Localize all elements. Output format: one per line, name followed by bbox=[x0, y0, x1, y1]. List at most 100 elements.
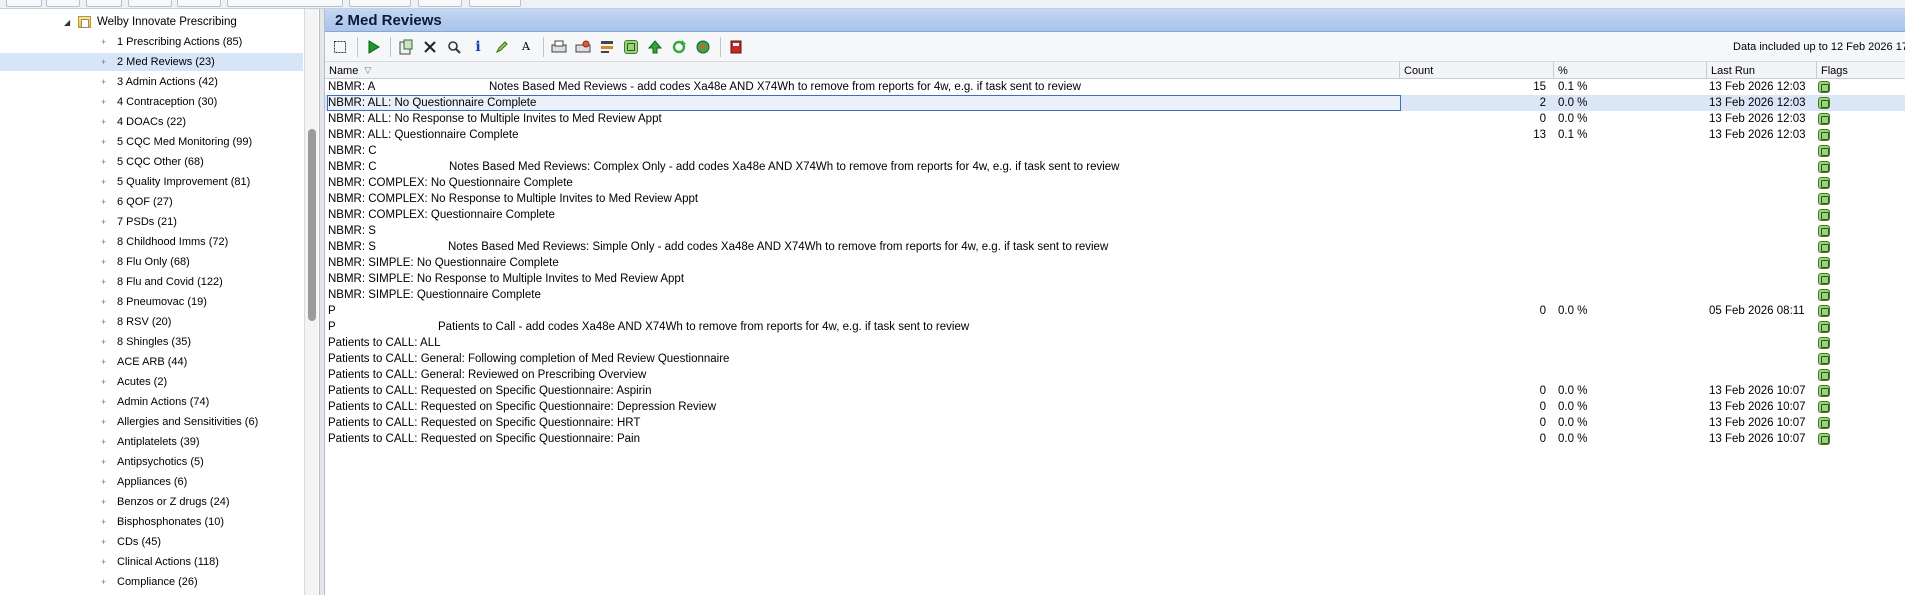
tree-item[interactable]: + Acutes (2) bbox=[0, 373, 303, 391]
tree-item[interactable]: + Admin Actions (74) bbox=[0, 393, 303, 411]
tree-item[interactable]: +8 Shingles (35) bbox=[0, 333, 303, 351]
tree-item[interactable]: +2 Med Reviews (23) bbox=[0, 53, 303, 71]
tree-item[interactable]: +1 Prescribing Actions (85) bbox=[0, 33, 303, 51]
tree-item[interactable]: + Benzos or Z drugs (24) bbox=[0, 493, 303, 511]
table-row[interactable]: Patients to CALL: General: Following com… bbox=[325, 351, 1905, 367]
report-flag-icon[interactable] bbox=[1818, 385, 1830, 397]
tree-item[interactable]: + Appliances (6) bbox=[0, 473, 303, 491]
table-row[interactable]: NBMR: SIMPLE: No Questionnaire Complete bbox=[325, 255, 1905, 271]
tree-item[interactable]: +8 Flu and Covid (122) bbox=[0, 273, 303, 291]
column-header-count[interactable]: Count bbox=[1400, 62, 1554, 79]
schedule-icon[interactable] bbox=[694, 38, 712, 56]
run-icon[interactable] bbox=[364, 38, 382, 56]
info-icon[interactable]: i bbox=[469, 38, 487, 56]
tree-item[interactable]: +5 CQC Other (68) bbox=[0, 153, 303, 171]
report-flag-icon[interactable] bbox=[1818, 401, 1830, 413]
report-flag-icon[interactable] bbox=[1818, 81, 1830, 93]
table-row[interactable]: Patients to CALL: Requested on Specific … bbox=[325, 399, 1905, 415]
report-flag-icon[interactable] bbox=[1818, 113, 1830, 125]
host-tab[interactable] bbox=[418, 0, 462, 7]
print-icon[interactable] bbox=[550, 38, 568, 56]
report-flag-icon[interactable] bbox=[1818, 289, 1830, 301]
tree-item[interactable]: +5 Quality Improvement (81) bbox=[0, 173, 303, 191]
report-flag-icon[interactable] bbox=[1818, 353, 1830, 365]
tree-item[interactable]: + Antiplatelets (39) bbox=[0, 433, 303, 451]
column-header-name[interactable]: Name ▽ bbox=[325, 62, 1400, 79]
tree-item[interactable]: + Clinical Actions (118) bbox=[0, 553, 303, 571]
tree-item[interactable]: +8 Pneumovac (19) bbox=[0, 293, 303, 311]
table-row[interactable]: NBMR: ALL: No Questionnaire Complete 2 0.0… bbox=[325, 95, 1905, 111]
report-flag-icon[interactable] bbox=[1818, 257, 1830, 269]
search-icon[interactable] bbox=[445, 38, 463, 56]
export-icon[interactable] bbox=[397, 38, 415, 56]
report-flag-icon[interactable] bbox=[1818, 417, 1830, 429]
refresh-icon[interactable] bbox=[670, 38, 688, 56]
tree-item[interactable]: + Bisphosphonates (10) bbox=[0, 513, 303, 531]
tree-item[interactable]: + CDs (45) bbox=[0, 533, 303, 551]
report-flag-icon[interactable] bbox=[1818, 97, 1830, 109]
print-preview-icon[interactable] bbox=[574, 38, 592, 56]
tree-item[interactable]: +5 CQC Med Monitoring (99) bbox=[0, 133, 303, 151]
tree-item[interactable]: + Antipsychotics (5) bbox=[0, 453, 303, 471]
host-tab[interactable] bbox=[227, 0, 343, 7]
tree-item[interactable]: +8 Childhood Imms (72) bbox=[0, 233, 303, 251]
tree-scrollbar[interactable] bbox=[304, 9, 318, 595]
tree-item[interactable]: +8 Flu Only (68) bbox=[0, 253, 303, 271]
report-flag-icon[interactable] bbox=[1818, 241, 1830, 253]
table-row[interactable]: Patients to CALL: General: Reviewed on P… bbox=[325, 367, 1905, 383]
table-row[interactable]: Patients to CALL: Requested on Specific … bbox=[325, 415, 1905, 431]
table-row[interactable]: NBMR: ALL: Questionnaire Complete 13 0.1 %… bbox=[325, 127, 1905, 143]
table-row[interactable]: P 0 0.0 % 05 Feb 2026 08:11 bbox=[325, 303, 1905, 319]
table-row[interactable]: Patients to CALL: Requested on Specific … bbox=[325, 431, 1905, 447]
tree-item[interactable]: +4 Contraception (30) bbox=[0, 93, 303, 111]
table-row[interactable]: Patients to CALL: ALL bbox=[325, 335, 1905, 351]
host-tab[interactable] bbox=[177, 0, 221, 7]
columns-icon[interactable] bbox=[598, 38, 616, 56]
table-row[interactable]: NBMR: ALL: No Response to Multiple Invit… bbox=[325, 111, 1905, 127]
move-up-icon[interactable] bbox=[646, 38, 664, 56]
tree-item[interactable]: + ACE ARB (44) bbox=[0, 353, 303, 371]
report-flag-icon[interactable] bbox=[1818, 369, 1830, 381]
tree-item[interactable]: + Compliance (26) bbox=[0, 573, 303, 591]
report-flag-icon[interactable] bbox=[1818, 225, 1830, 237]
report-flag-icon[interactable] bbox=[1818, 177, 1830, 189]
tree-item[interactable]: +4 DOACs (22) bbox=[0, 113, 303, 131]
host-tab[interactable] bbox=[6, 0, 42, 7]
report-flag-icon[interactable] bbox=[1818, 161, 1830, 173]
report-flag-icon[interactable] bbox=[1818, 193, 1830, 205]
table-row[interactable]: Patients to CALL: Requested on Specific … bbox=[325, 383, 1905, 399]
report-flag-icon[interactable] bbox=[1818, 321, 1830, 333]
select-all-icon[interactable] bbox=[331, 38, 349, 56]
column-header-flags[interactable]: Flags bbox=[1817, 62, 1905, 79]
flag-icon[interactable] bbox=[622, 38, 640, 56]
table-row[interactable]: NBMR: SIMPLE: No Response to Multiple In… bbox=[325, 271, 1905, 287]
report-flag-icon[interactable] bbox=[1818, 305, 1830, 317]
host-tab[interactable] bbox=[469, 0, 521, 7]
book-icon[interactable] bbox=[727, 38, 745, 56]
host-tab[interactable] bbox=[349, 0, 411, 7]
table-row[interactable]: NBMR: C Notes Based Med Reviews: Complex … bbox=[325, 159, 1905, 175]
scrollbar-thumb[interactable] bbox=[308, 129, 316, 321]
table-row[interactable]: NBMR: S bbox=[325, 223, 1905, 239]
tree-item[interactable]: +3 Admin Actions (42) bbox=[0, 73, 303, 91]
table-row[interactable]: NBMR: SIMPLE: Questionnaire Complete bbox=[325, 287, 1905, 303]
tree-item[interactable]: +6 QOF (27) bbox=[0, 193, 303, 211]
font-icon[interactable]: A bbox=[517, 38, 535, 56]
tree-root[interactable]: ◢ Welby Innovate Prescribing bbox=[64, 14, 237, 30]
report-flag-icon[interactable] bbox=[1818, 209, 1830, 221]
table-row[interactable]: NBMR: COMPLEX: No Response to Multiple I… bbox=[325, 191, 1905, 207]
tree-item[interactable]: + Allergies and Sensitivities (6) bbox=[0, 413, 303, 431]
table-row[interactable]: NBMR: C bbox=[325, 143, 1905, 159]
edit-icon[interactable] bbox=[493, 38, 511, 56]
host-tab[interactable] bbox=[86, 0, 122, 7]
column-header-percent[interactable]: % bbox=[1554, 62, 1707, 79]
table-row[interactable]: NBMR: COMPLEX: Questionnaire Complete bbox=[325, 207, 1905, 223]
table-row[interactable]: NBMR: COMPLEX: No Questionnaire Complete bbox=[325, 175, 1905, 191]
report-flag-icon[interactable] bbox=[1818, 129, 1830, 141]
table-row[interactable]: NBMR: S Notes Based Med Reviews: Simple O… bbox=[325, 239, 1905, 255]
delete-icon[interactable] bbox=[421, 38, 439, 56]
host-tab[interactable] bbox=[46, 0, 80, 7]
host-tab[interactable] bbox=[128, 0, 172, 7]
report-flag-icon[interactable] bbox=[1818, 337, 1830, 349]
report-flag-icon[interactable] bbox=[1818, 433, 1830, 445]
